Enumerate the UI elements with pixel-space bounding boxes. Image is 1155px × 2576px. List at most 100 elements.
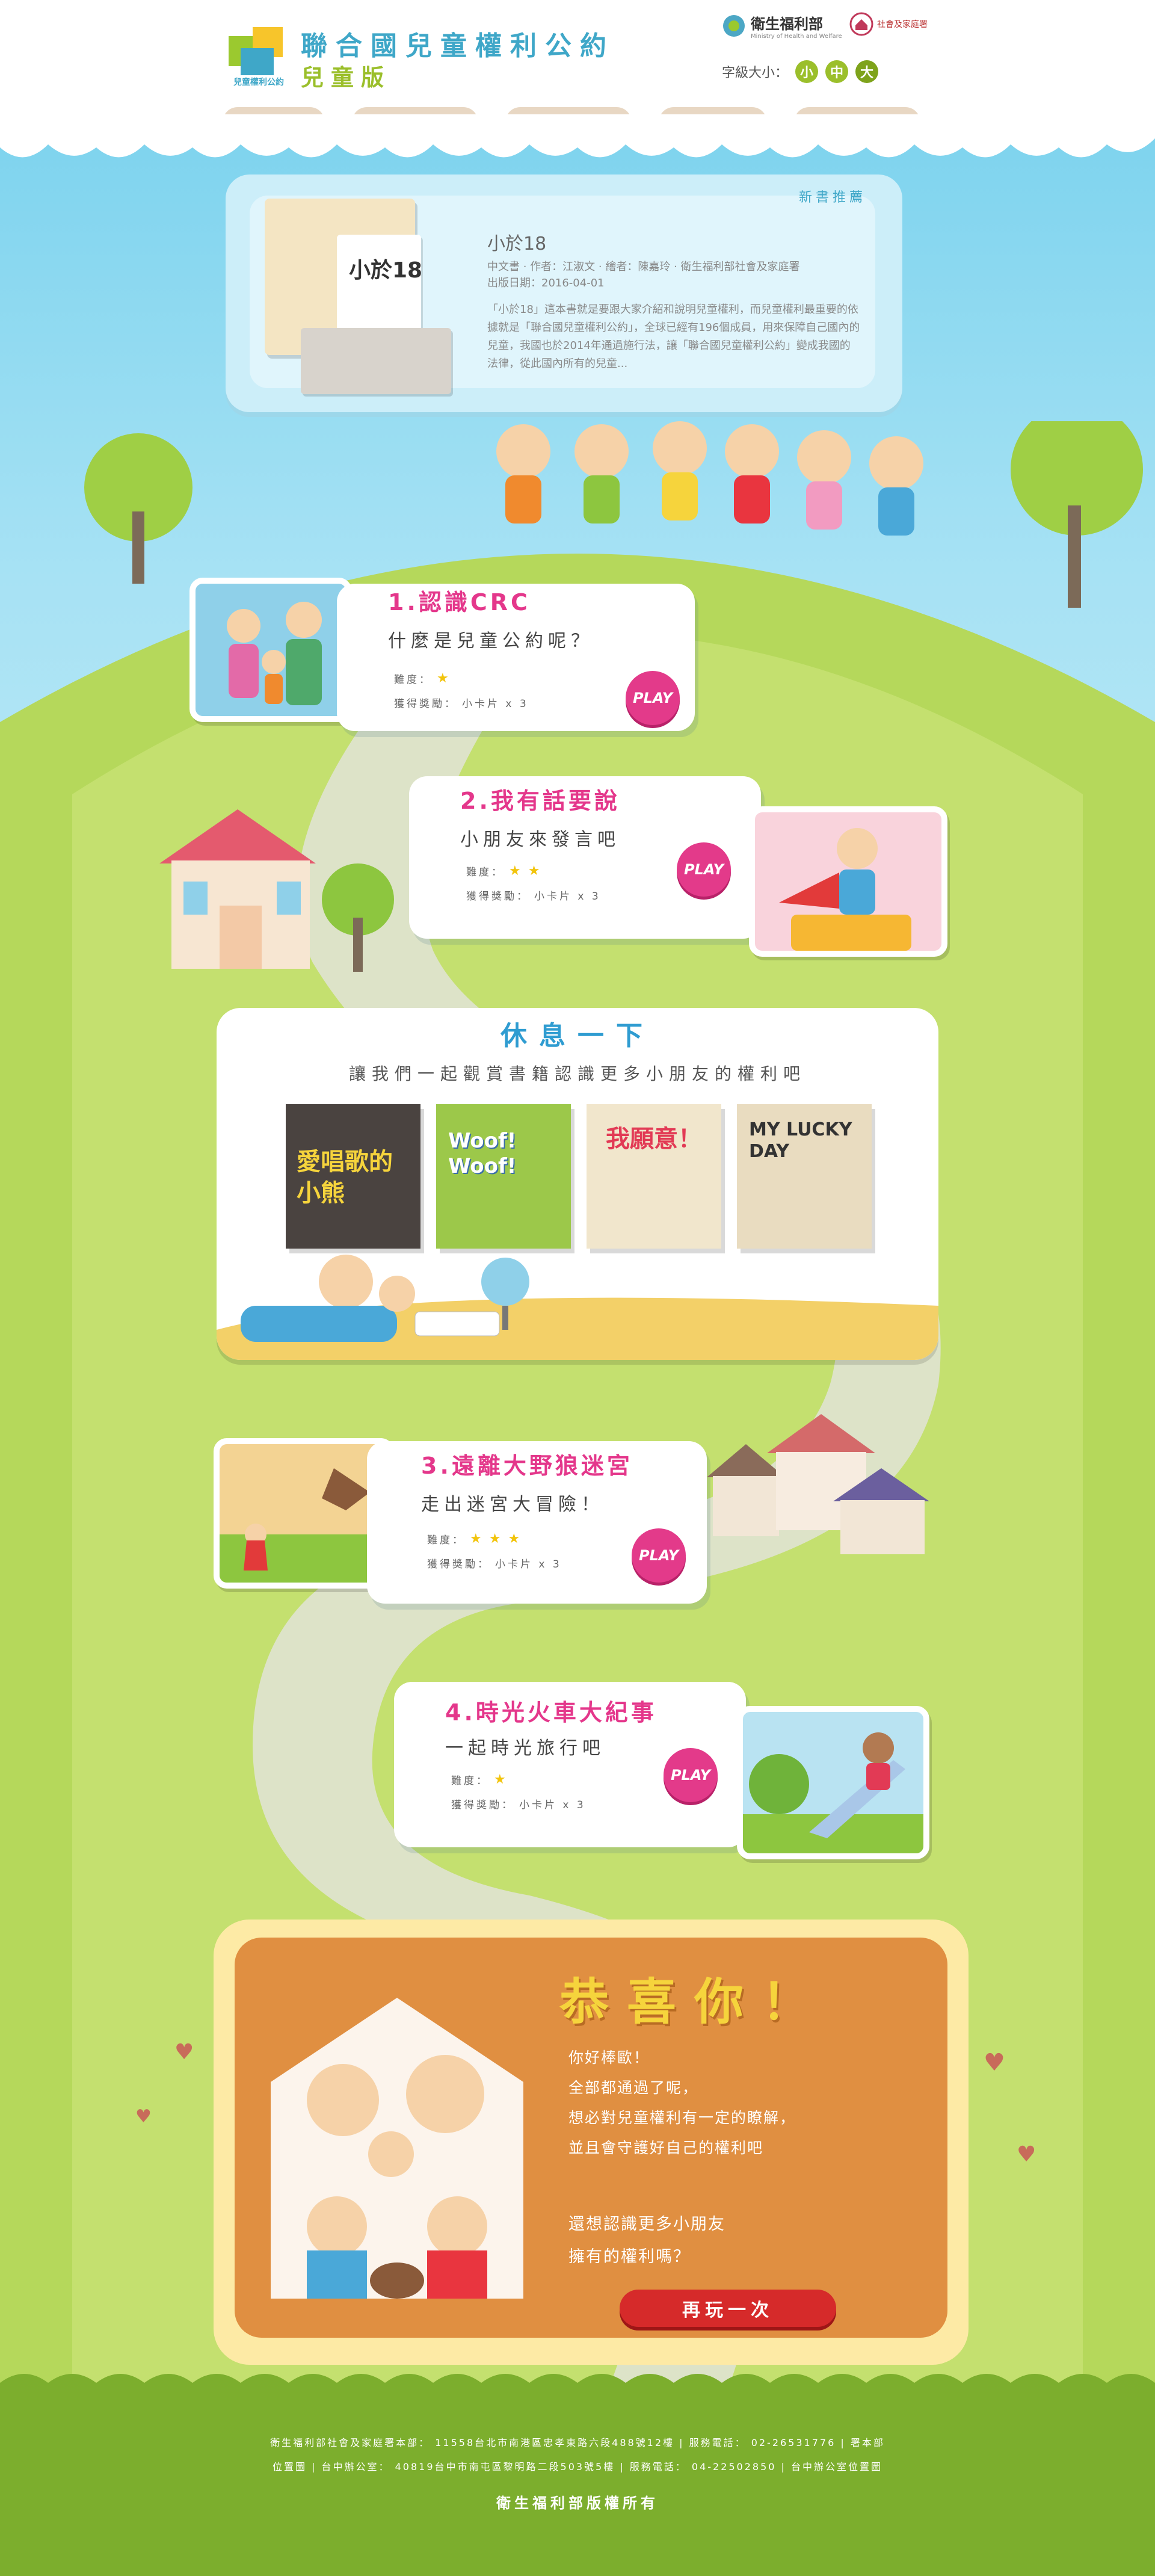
ministry-logo[interactable]: 衛生福利部 Ministry of Health and Welfare bbox=[722, 12, 842, 40]
level2-card: 2.我有話要說 小朋友來發言吧 難度： ★ ★ 獲得獎勵： 小卡片 x 3 PL… bbox=[409, 776, 761, 939]
break-subtitle: 讓我們一起觀賞書籍認識更多小朋友的權利吧 bbox=[348, 1064, 806, 1084]
congrats-line: 並且會守護好自己的權利吧 bbox=[568, 2139, 764, 2157]
break-title: 休息一下 bbox=[500, 1021, 654, 1051]
heart-icon: ♥ bbox=[984, 2049, 1005, 2077]
logo-caption: 兒童權利公約 bbox=[233, 78, 284, 87]
level2-reward: 獲得獎勵： 小卡片 x 3 bbox=[466, 888, 601, 903]
book-title: 愛唱歌的小熊 bbox=[297, 1148, 393, 1207]
footer-contact: 衛生福利部社會及家庭署本部： 11558台北市南港區忠孝東路六段488號12樓 … bbox=[0, 2431, 1155, 2479]
new-book-cover-title: 小於18 bbox=[349, 258, 423, 283]
level3-reward-label: 獲得獎勵： bbox=[427, 1558, 490, 1571]
congrats-question: 還想認識更多小朋友 擁有的權利嗎？ bbox=[568, 2208, 725, 2273]
book-thumbnail[interactable]: MY LUCKY DAY bbox=[737, 1104, 872, 1249]
congrats-question-line: 擁有的權利嗎？ bbox=[568, 2247, 691, 2266]
new-book-panel: 新書推薦 小於18 小於18 中文書 · 作者：江淑文 · 繪者：陳嘉玲 · 衛… bbox=[226, 175, 902, 412]
level2-image[interactable] bbox=[749, 806, 947, 957]
village-illustration bbox=[707, 1414, 929, 1554]
book-thumbnail[interactable]: Woof! Woof! bbox=[436, 1104, 571, 1249]
star-icon: ★ bbox=[509, 863, 523, 879]
play-again-button[interactable]: 再玩一次 bbox=[620, 2290, 836, 2327]
heart-icon: ♥ bbox=[135, 2106, 152, 2127]
level2-difficulty-label: 難度： bbox=[466, 866, 504, 879]
congrats-line: 想必對兒童權利有一定的瞭解， bbox=[568, 2109, 796, 2127]
book-title: 我願意！ bbox=[606, 1125, 702, 1153]
house-emblem-icon bbox=[849, 12, 873, 36]
ministry-name: 衛生福利部 bbox=[751, 16, 823, 32]
new-book-description: 「小於18」這本書就是要跟大家介紹和說明兒童權利，而兒童權利最重要的依據就是「聯… bbox=[487, 303, 860, 370]
site-subtitle: 兒童版 bbox=[301, 64, 392, 91]
congrats-line: 全部都通過了呢， bbox=[568, 2079, 699, 2096]
level4-card: 4.時光火車大紀事 一起時光旅行吧 難度： ★ 獲得獎勵： 小卡片 x 3 PL… bbox=[394, 1682, 746, 1847]
new-book-author: 中文書 · 作者：江淑文 · 繪者：陳嘉玲 · 衛生福利部社會及家庭署 bbox=[487, 261, 800, 273]
level4-image[interactable] bbox=[737, 1706, 929, 1859]
level3-subtitle: 走出迷宮大冒險！ bbox=[421, 1494, 604, 1515]
level3-reward-value: 小卡片 x 3 bbox=[495, 1558, 562, 1571]
level3-reward: 獲得獎勵： 小卡片 x 3 bbox=[427, 1555, 562, 1571]
level3-play-button[interactable]: PLAY bbox=[632, 1528, 686, 1583]
new-book-tag: 新書推薦 bbox=[798, 190, 866, 205]
level1-title: 1.認識CRC bbox=[388, 589, 531, 616]
book-title: MY LUCKY DAY bbox=[749, 1119, 852, 1162]
site-footer: 衛生福利部社會及家庭署本部： 11558台北市南港區忠孝東路六段488號12樓 … bbox=[0, 2401, 1155, 2576]
level1-reward-label: 獲得獎勵： bbox=[394, 698, 457, 710]
level4-difficulty-label: 難度： bbox=[451, 1775, 489, 1787]
font-size-control: 字級大小： 小 中 大 bbox=[722, 60, 879, 83]
heart-icon: ♥ bbox=[174, 2040, 194, 2065]
footer-copyright: 衛生福利部版權所有 bbox=[496, 2495, 659, 2512]
star-icon: ★ bbox=[488, 1531, 504, 1546]
heart-icon: ♥ bbox=[1017, 2142, 1036, 2167]
level1-card: 1.認識CRC 什麼是兒童公約呢？ 難度： ★ 獲得獎勵： 小卡片 x 3 PL… bbox=[337, 584, 695, 731]
agency-name: 社會及家庭署 bbox=[877, 20, 928, 29]
new-book-meta: 中文書 · 作者：江淑文 · 繪者：陳嘉玲 · 衛生福利部社會及家庭署 出版日期… bbox=[487, 259, 800, 291]
footer-line: 衛生福利部社會及家庭署本部： 11558台北市南港區忠孝東路六段488號12樓 … bbox=[270, 2437, 885, 2448]
star-icon: ★ bbox=[494, 1772, 508, 1787]
break-panel: 休息一下 讓我們一起觀賞書籍認識更多小朋友的權利吧 愛唱歌的小熊 Woof! W… bbox=[217, 1008, 938, 1360]
level1-reward: 獲得獎勵： 小卡片 x 3 bbox=[394, 695, 529, 710]
level2-play-button[interactable]: PLAY bbox=[677, 842, 731, 897]
new-book-title[interactable]: 小於18 bbox=[487, 229, 546, 255]
site-title: 聯合國兒童權利公約 bbox=[301, 31, 615, 61]
level1-difficulty: 難度： ★ bbox=[394, 671, 451, 686]
agency-logo[interactable]: 社會及家庭署 bbox=[849, 12, 928, 36]
new-book-date: 出版日期：2016-04-01 bbox=[487, 277, 605, 289]
congrats-line: 你好棒歐！ bbox=[568, 2049, 650, 2066]
congrats-inner: 恭喜你！ 你好棒歐！ 全部都通過了呢， 想必對兒童權利有一定的瞭解， 並且會守護… bbox=[235, 1938, 947, 2338]
level2-reward-value: 小卡片 x 3 bbox=[534, 891, 601, 903]
level3-card: 3.遠離大野狼迷宮 走出迷宮大冒險！ 難度： ★ ★ ★ 獲得獎勵： 小卡片 x… bbox=[367, 1441, 707, 1604]
level1-difficulty-label: 難度： bbox=[394, 674, 432, 686]
congrats-question-line: 還想認識更多小朋友 bbox=[568, 2215, 725, 2234]
star-icon: ★ bbox=[437, 671, 451, 686]
font-size-large-button[interactable]: 大 bbox=[855, 60, 879, 83]
cloud-border bbox=[0, 114, 1155, 158]
book-thumbnail[interactable]: 愛唱歌的小熊 bbox=[286, 1104, 420, 1249]
level1-reward-value: 小卡片 x 3 bbox=[462, 698, 529, 710]
new-book-cover[interactable]: 小於18 bbox=[265, 199, 451, 397]
level4-play-button[interactable]: PLAY bbox=[664, 1748, 718, 1802]
book-thumbnail[interactable]: 我願意！ bbox=[587, 1104, 721, 1249]
level2-subtitle: 小朋友來發言吧 bbox=[460, 829, 620, 850]
ministry-emblem-icon bbox=[723, 15, 745, 37]
level2-difficulty: 難度： ★ ★ bbox=[466, 863, 542, 879]
level3-title: 3.遠離大野狼迷宮 bbox=[421, 1453, 633, 1479]
level4-subtitle: 一起時光旅行吧 bbox=[445, 1738, 605, 1759]
level4-difficulty: 難度： ★ bbox=[451, 1772, 508, 1787]
site-logo[interactable]: 兒童權利公約 bbox=[226, 24, 292, 90]
ministry-en: Ministry of Health and Welfare bbox=[751, 33, 842, 40]
footer-line: 位置圖 | 台中辦公室： 40819台中市南屯區黎明路二段503號5樓 | 服務… bbox=[272, 2461, 883, 2473]
level4-reward: 獲得獎勵： 小卡片 x 3 bbox=[451, 1796, 586, 1811]
book-title: Woof! Woof! bbox=[448, 1129, 517, 1178]
congrats-panel: 恭喜你！ 你好棒歐！ 全部都通過了呢， 想必對兒童權利有一定的瞭解， 並且會守護… bbox=[214, 1920, 969, 2365]
level1-play-button[interactable]: PLAY bbox=[626, 671, 680, 725]
reading-family-illustration bbox=[217, 1255, 938, 1360]
font-size-label: 字級大小： bbox=[722, 66, 789, 81]
star-icon: ★ bbox=[508, 1531, 523, 1546]
level1-image[interactable] bbox=[189, 578, 352, 722]
star-icon: ★ bbox=[470, 1531, 484, 1546]
font-size-small-button[interactable]: 小 bbox=[795, 60, 819, 83]
level1-subtitle: 什麼是兒童公約呢？ bbox=[388, 631, 594, 652]
level4-reward-label: 獲得獎勵： bbox=[451, 1799, 514, 1811]
level3-difficulty: 難度： ★ ★ ★ bbox=[427, 1531, 522, 1546]
font-size-medium-button[interactable]: 中 bbox=[825, 60, 849, 83]
level4-title: 4.時光火車大紀事 bbox=[445, 1699, 657, 1726]
congrats-message: 你好棒歐！ 全部都通過了呢， 想必對兒童權利有一定的瞭解， 並且會守護好自己的權… bbox=[568, 2043, 796, 2163]
